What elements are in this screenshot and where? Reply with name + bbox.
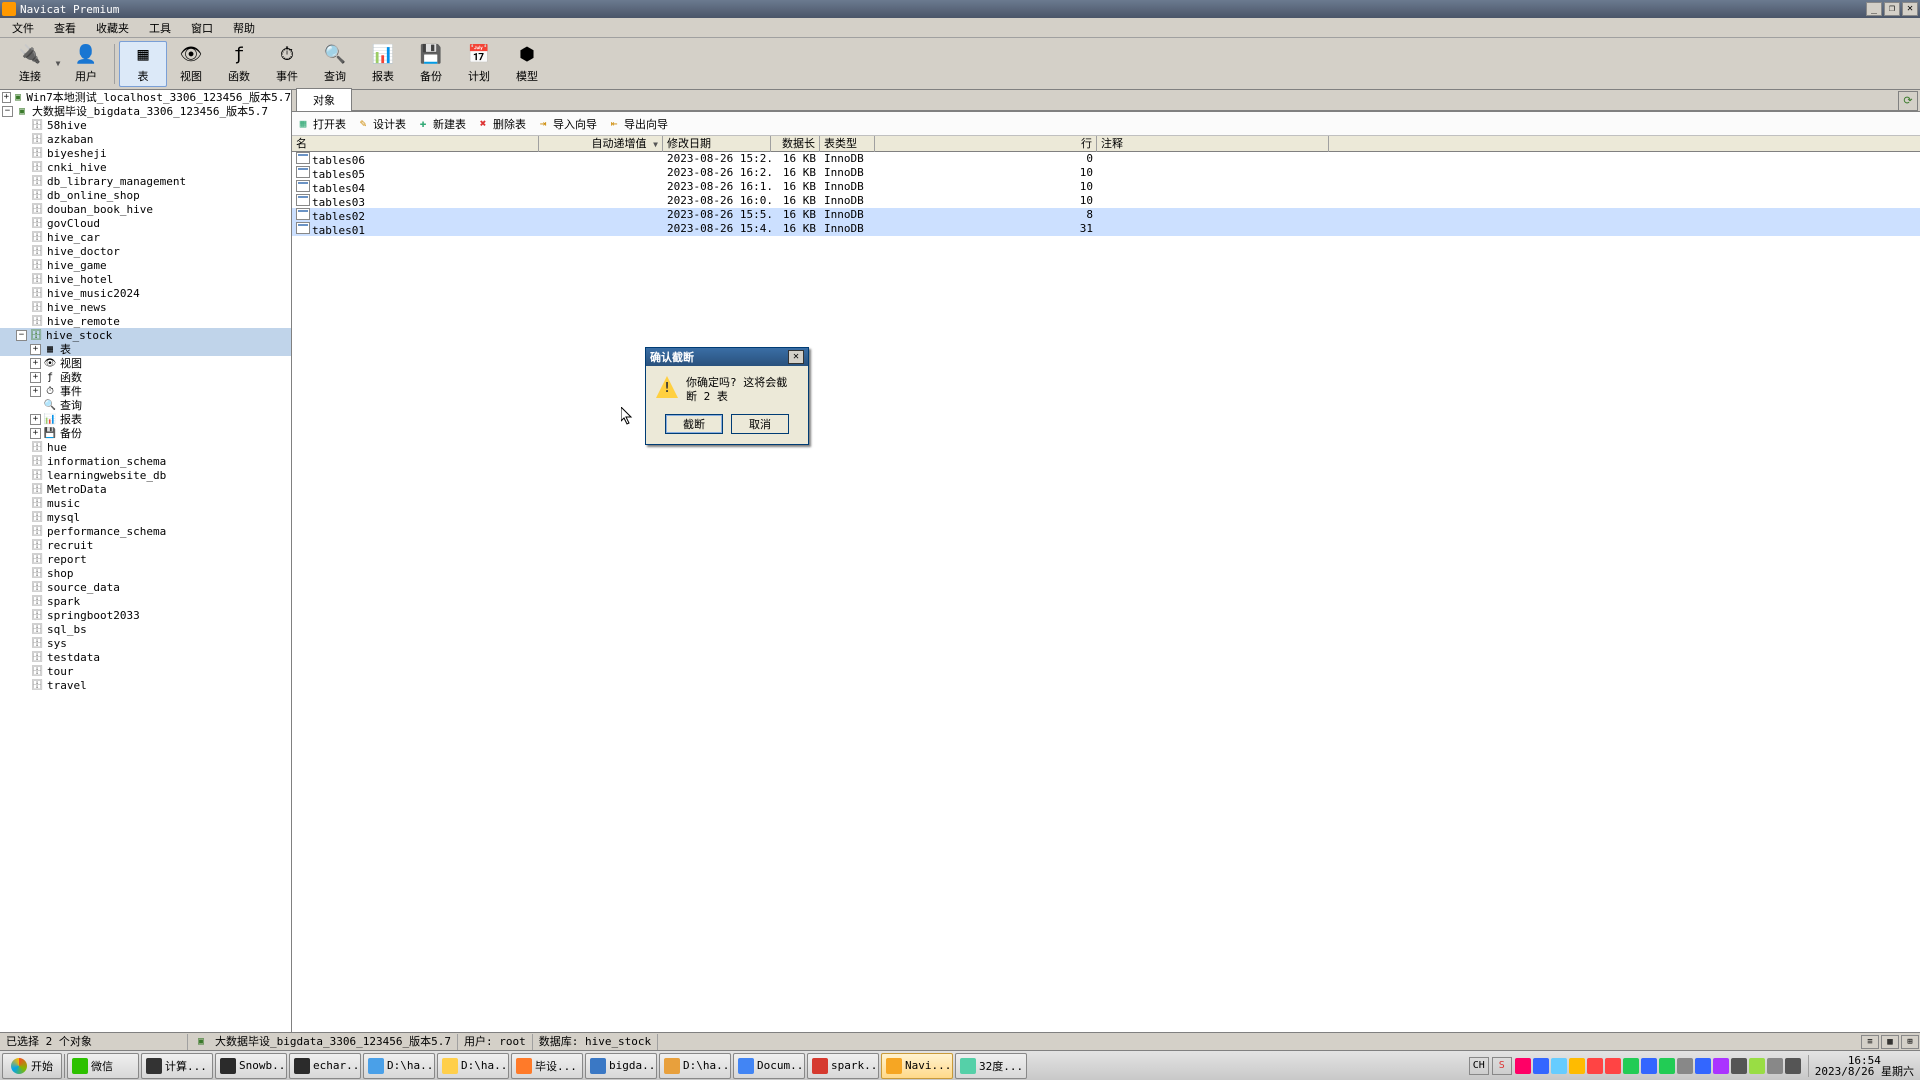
- dialog-message: 你确定吗? 这将会截断 2 表: [686, 376, 798, 404]
- dialog-title: 确认截断: [650, 349, 694, 365]
- dialog-titlebar[interactable]: 确认截断 ✕: [646, 348, 808, 366]
- truncate-button[interactable]: 截断: [665, 414, 723, 434]
- confirm-truncate-dialog: 确认截断 ✕ 你确定吗? 这将会截断 2 表 截断 取消: [645, 347, 809, 445]
- cancel-button[interactable]: 取消: [731, 414, 789, 434]
- modal-overlay: 确认截断 ✕ 你确定吗? 这将会截断 2 表 截断 取消: [0, 0, 1920, 1080]
- dialog-close-button[interactable]: ✕: [788, 350, 804, 364]
- warning-icon: [656, 376, 678, 398]
